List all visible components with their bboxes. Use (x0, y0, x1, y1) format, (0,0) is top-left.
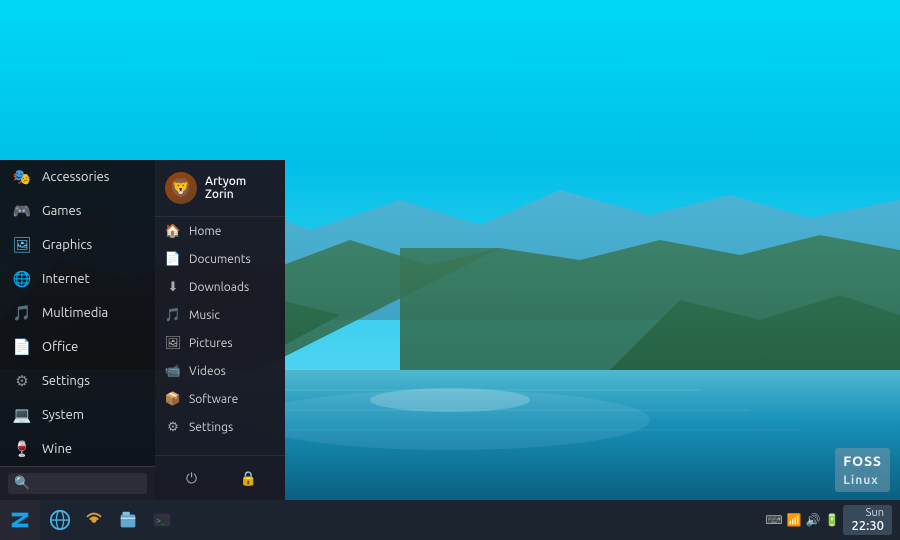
clock: Sun 22:30 (843, 505, 892, 535)
menu-item-home[interactable]: 🏠 Home (155, 217, 285, 245)
battery-tray-icon: 🔋 (825, 513, 840, 527)
avatar-icon: 🦁 (170, 178, 192, 199)
documents-label: Documents (189, 253, 251, 266)
pictures-icon: 🖼 (165, 335, 181, 351)
power-actions: ⏻ 🔒 (155, 455, 285, 500)
sidebar-item-system[interactable]: 💻 System (0, 398, 155, 432)
home-label: Home (189, 225, 221, 238)
system-label: System (42, 408, 84, 422)
category-list: 🎭 Accessories 🎮 Games 🖼 Graphics 🌐 Inter… (0, 160, 155, 466)
start-button[interactable] (0, 500, 40, 540)
taskbar-icon-browser[interactable] (44, 504, 76, 536)
clock-time: 22:30 (851, 519, 884, 533)
games-label: Games (42, 204, 81, 218)
videos-label: Videos (189, 365, 226, 378)
search-icon: 🔍 (14, 476, 30, 491)
settings-icon: ⚙ (12, 371, 32, 391)
pictures-label: Pictures (189, 337, 233, 350)
system-icon: 💻 (12, 405, 32, 425)
menu-item-downloads[interactable]: ⬇ Downloads (155, 273, 285, 301)
username: Artyom Zorin (205, 175, 275, 201)
menu-item-music[interactable]: 🎵 Music (155, 301, 285, 329)
downloads-label: Downloads (189, 281, 249, 294)
menu-item-videos[interactable]: 📹 Videos (155, 357, 285, 385)
sidebar-item-multimedia[interactable]: 🎵 Multimedia (0, 296, 155, 330)
places-list: 🏠 Home 📄 Documents ⬇ Downloads 🎵 Music 🖼 (155, 217, 285, 455)
search-input[interactable] (35, 477, 141, 491)
multimedia-label: Multimedia (42, 306, 108, 320)
zorin-logo-icon (9, 509, 31, 531)
right-settings-icon: ⚙ (165, 419, 181, 435)
downloads-icon: ⬇ (165, 279, 181, 295)
foss-linux-watermark: FOSS Linux (835, 448, 890, 492)
lock-button[interactable]: 🔒 (235, 464, 263, 492)
user-header[interactable]: 🦁 Artyom Zorin (155, 160, 285, 217)
power-button[interactable]: ⏻ (178, 464, 206, 492)
avatar: 🦁 (165, 172, 197, 204)
linux-text: Linux (843, 474, 878, 487)
keyboard-tray-icon: ⌨ (765, 513, 782, 527)
documents-icon: 📄 (165, 251, 181, 267)
office-label: Office (42, 340, 78, 354)
settings-label: Settings (42, 374, 90, 388)
graphics-label: Graphics (42, 238, 92, 252)
files-icon (117, 509, 139, 531)
start-menu: 🎭 Accessories 🎮 Games 🖼 Graphics 🌐 Inter… (0, 160, 285, 500)
sidebar-item-office[interactable]: 📄 Office (0, 330, 155, 364)
sidebar-item-graphics[interactable]: 🖼 Graphics (0, 228, 155, 262)
menu-item-pictures[interactable]: 🖼 Pictures (155, 329, 285, 357)
search-input-wrapper: 🔍 (8, 473, 147, 494)
videos-icon: 📹 (165, 363, 181, 379)
taskbar-app-icons: >_ (40, 504, 182, 536)
music-icon: 🎵 (165, 307, 181, 323)
terminal-icon: >_ (151, 509, 173, 531)
svg-text:>_: >_ (157, 516, 166, 525)
sidebar-item-settings[interactable]: ⚙ Settings (0, 364, 155, 398)
menu-item-documents[interactable]: 📄 Documents (155, 245, 285, 273)
volume-tray-icon: 🔊 (806, 513, 821, 527)
right-settings-label: Settings (189, 421, 233, 434)
clock-date: Sun (851, 507, 884, 519)
multimedia-icon: 🎵 (12, 303, 32, 323)
sidebar-item-internet[interactable]: 🌐 Internet (0, 262, 155, 296)
sidebar-item-accessories[interactable]: 🎭 Accessories (0, 160, 155, 194)
internet-icon: 🌐 (12, 269, 32, 289)
graphics-icon: 🖼 (12, 235, 32, 255)
accessories-label: Accessories (42, 170, 109, 184)
software-icon: 📦 (165, 391, 181, 407)
taskbar-icon-terminal[interactable]: >_ (146, 504, 178, 536)
wine-icon: 🍷 (12, 439, 32, 459)
menu-left-panel: 🎭 Accessories 🎮 Games 🖼 Graphics 🌐 Inter… (0, 160, 155, 500)
search-bar: 🔍 (0, 466, 155, 500)
system-tray: ⌨ 📶 🔊 🔋 (765, 513, 839, 527)
menu-right-panel: 🦁 Artyom Zorin 🏠 Home 📄 Documents ⬇ Down… (155, 160, 285, 500)
taskbar-icon-network[interactable] (78, 504, 110, 536)
sidebar-item-wine[interactable]: 🍷 Wine (0, 432, 155, 466)
games-icon: 🎮 (12, 201, 32, 221)
accessories-icon: 🎭 (12, 167, 32, 187)
network-tray-icon: 📶 (787, 513, 802, 527)
office-icon: 📄 (12, 337, 32, 357)
foss-text: FOSS (843, 453, 882, 469)
desktop: 🎭 Accessories 🎮 Games 🖼 Graphics 🌐 Inter… (0, 0, 900, 540)
home-icon: 🏠 (165, 223, 181, 239)
menu-item-software[interactable]: 📦 Software (155, 385, 285, 413)
wine-label: Wine (42, 442, 72, 456)
internet-label: Internet (42, 272, 90, 286)
taskbar-icon-files[interactable] (112, 504, 144, 536)
taskbar: >_ ⌨ 📶 🔊 🔋 Sun 22:30 (0, 500, 900, 540)
network-icon (83, 509, 105, 531)
sidebar-item-games[interactable]: 🎮 Games (0, 194, 155, 228)
software-label: Software (189, 393, 238, 406)
taskbar-right: ⌨ 📶 🔊 🔋 Sun 22:30 (765, 505, 900, 535)
music-label: Music (189, 309, 220, 322)
browser-icon (49, 509, 71, 531)
menu-item-settings[interactable]: ⚙ Settings (155, 413, 285, 441)
